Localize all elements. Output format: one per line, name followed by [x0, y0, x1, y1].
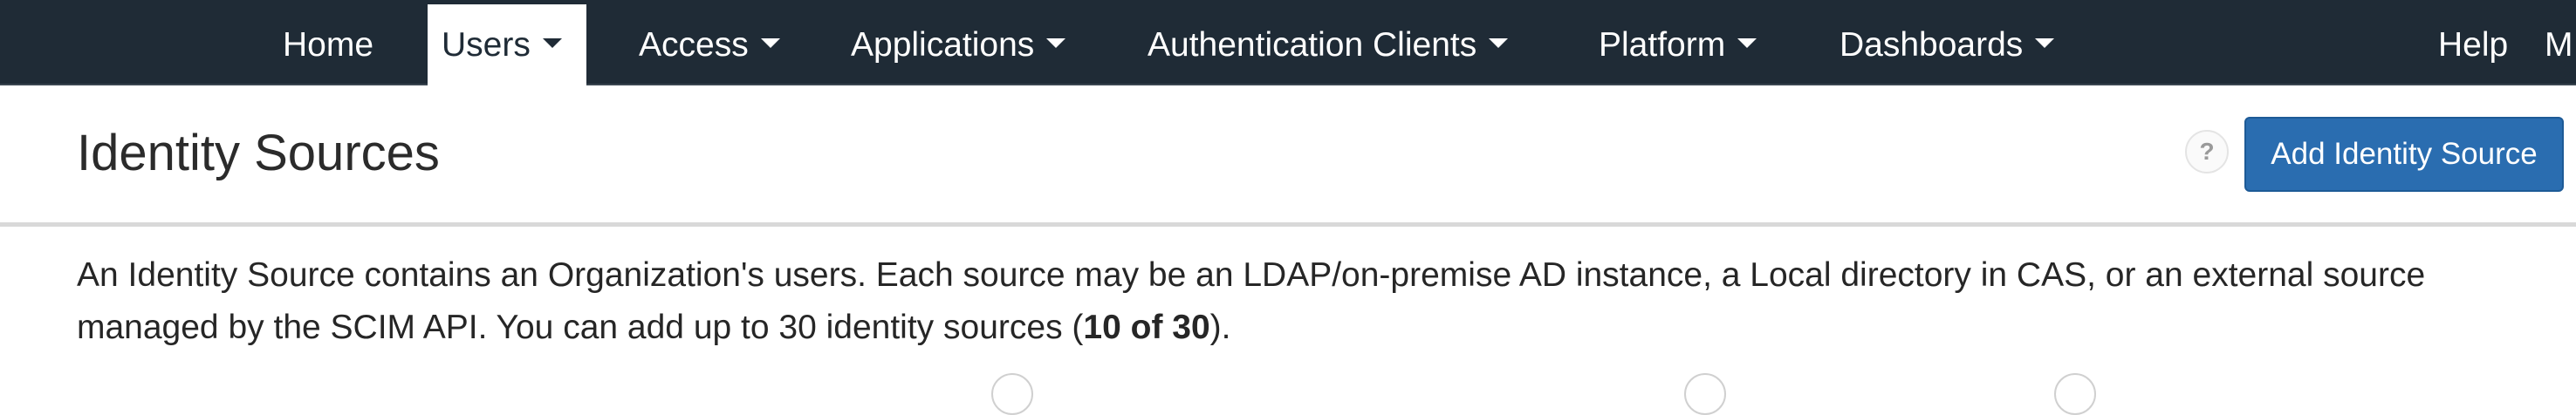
nav-user-menu[interactable]: M — [2545, 4, 2573, 85]
question-icon: ? — [2199, 138, 2215, 165]
page-description: An Identity Source contains an Organizat… — [77, 249, 2564, 354]
page-title: Identity Sources — [77, 125, 440, 181]
nav-dashboards-label: Dashboards — [1840, 25, 2024, 64]
chevron-down-icon — [1046, 38, 1066, 48]
nav-users[interactable]: Users — [428, 4, 586, 85]
description-text: An Identity Source contains an Organizat… — [77, 256, 2426, 346]
partial-icon — [1684, 373, 1726, 415]
nav-applications[interactable]: Applications — [851, 4, 1066, 85]
chevron-down-icon — [760, 38, 780, 48]
help-button[interactable]: ? — [2185, 130, 2229, 173]
chevron-down-icon — [1737, 38, 1757, 48]
nav-access[interactable]: Access — [639, 4, 780, 85]
nav-applications-label: Applications — [851, 25, 1035, 64]
nav-home[interactable]: Home — [283, 4, 373, 85]
header-divider — [0, 222, 2576, 227]
chevron-down-icon — [542, 38, 562, 48]
nav-dashboards[interactable]: Dashboards — [1840, 4, 2055, 85]
description-text-end: ). — [1209, 309, 1231, 346]
top-navbar: Home Users Access Applications Authentic… — [0, 0, 2576, 85]
nav-help[interactable]: Help — [2438, 4, 2508, 85]
nav-user-menu-label: M — [2545, 25, 2573, 64]
nav-help-label: Help — [2438, 25, 2509, 64]
add-identity-source-button[interactable]: Add Identity Source — [2244, 117, 2564, 192]
nav-authentication-clients[interactable]: Authentication Clients — [1148, 4, 1509, 85]
chevron-down-icon — [2035, 38, 2055, 48]
partial-icon — [2054, 373, 2096, 415]
nav-home-label: Home — [283, 25, 374, 64]
chevron-down-icon — [1489, 38, 1509, 48]
nav-users-label: Users — [442, 25, 531, 64]
partial-icon — [991, 373, 1033, 415]
nav-platform[interactable]: Platform — [1599, 4, 1757, 85]
nav-platform-label: Platform — [1599, 25, 1726, 64]
nav-access-label: Access — [639, 25, 749, 64]
identity-source-count: 10 of 30 — [1083, 309, 1210, 346]
nav-authentication-clients-label: Authentication Clients — [1148, 25, 1477, 64]
